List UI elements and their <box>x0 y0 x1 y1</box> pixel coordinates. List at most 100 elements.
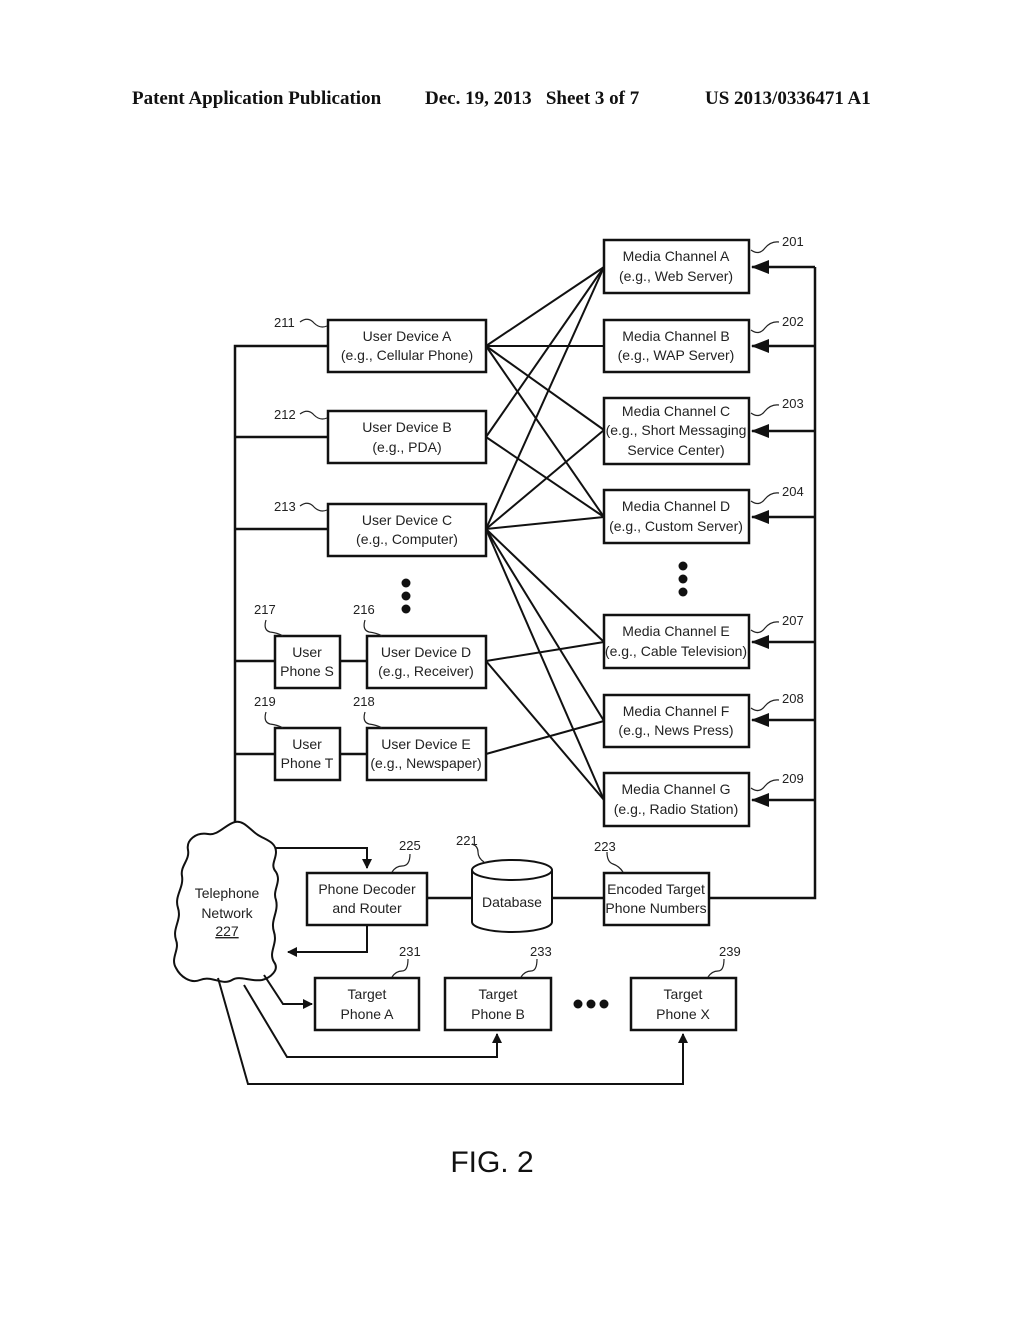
encoded-title-2: Phone Numbers <box>605 900 706 916</box>
ref-204: 204 <box>782 484 804 499</box>
ref-201: 201 <box>782 234 804 249</box>
target-b-title-1: Target <box>479 986 518 1002</box>
ref-218: 218 <box>353 694 375 709</box>
ref-leader <box>363 619 383 637</box>
user-device-b-title: User Device B <box>362 419 451 435</box>
media-channel-a-example: (e.g., Web Server) <box>619 268 733 284</box>
target-phone-a[interactable]: Target Phone A 231 <box>313 944 421 1032</box>
media-channel-g-example: (e.g., Radio Station) <box>614 801 739 817</box>
user-phone-t[interactable]: User Phone T 219 <box>254 694 342 782</box>
target-phone-b[interactable]: Target Phone B 233 <box>443 944 553 1032</box>
device-channel-links <box>485 266 605 801</box>
ref-leader <box>606 851 624 873</box>
user-device-e-title: User Device E <box>381 736 470 752</box>
network-title-2: Network <box>201 905 253 921</box>
network-title-1: Telephone <box>195 885 260 901</box>
ref-leader <box>299 502 328 512</box>
media-channel-a-title: Media Channel A <box>623 248 730 264</box>
ref-211: 211 <box>274 315 295 330</box>
link-device-4-channel-5 <box>485 720 605 755</box>
media-channel-b[interactable]: Media Channel B (e.g., WAP Server) 202 <box>602 314 804 374</box>
ref-208: 208 <box>782 691 804 706</box>
user-device-b[interactable]: User Device B (e.g., PDA) 212 <box>274 407 488 465</box>
encoded-title-1: Encoded Target <box>607 881 705 897</box>
target-a-title-1: Target <box>348 986 387 1002</box>
user-device-c[interactable]: User Device C (e.g., Computer) 213 <box>274 499 488 558</box>
ref-leader <box>264 619 284 637</box>
ref-207: 207 <box>782 613 804 628</box>
vertical-ellipsis-devices <box>401 578 411 614</box>
target-phone-x[interactable]: Target Phone X 239 <box>629 944 741 1032</box>
user-device-e-example: (e.g., Newspaper) <box>370 755 481 771</box>
ref-217: 217 <box>254 602 276 617</box>
media-channel-d-example: (e.g., Custom Server) <box>609 518 743 534</box>
target-x-title-2: Phone X <box>656 1006 710 1022</box>
link-device-2-channel-6 <box>485 528 605 801</box>
ref-223: 223 <box>594 839 616 854</box>
link-device-3-channel-6 <box>485 660 605 801</box>
media-channel-e[interactable]: Media Channel E (e.g., Cable Television)… <box>602 613 804 670</box>
ref-leader <box>750 404 780 417</box>
media-channel-g[interactable]: Media Channel G (e.g., Radio Station) 20… <box>602 771 804 828</box>
target-b-title-2: Phone B <box>471 1006 525 1022</box>
link-device-1-channel-0 <box>485 266 605 438</box>
user-device-d-title: User Device D <box>381 644 471 660</box>
link-device-2-channel-3 <box>485 516 605 530</box>
ref-leader <box>750 621 780 634</box>
media-channel-b-example: (e.g., WAP Server) <box>618 347 735 363</box>
ref-leader <box>299 410 328 420</box>
ref-202: 202 <box>782 314 804 329</box>
ref-leader <box>299 318 328 328</box>
cloud-shape <box>173 820 279 983</box>
ref-212: 212 <box>274 407 296 422</box>
user-phone-s-name: Phone S <box>280 663 334 679</box>
link-device-3-channel-4 <box>485 641 605 662</box>
user-device-a[interactable]: User Device A (e.g., Cellular Phone) 211 <box>274 315 488 374</box>
user-phone-s[interactable]: User Phone S 217 <box>254 602 342 690</box>
ref-203: 203 <box>782 396 804 411</box>
user-device-c-example: (e.g., Computer) <box>356 531 458 547</box>
ref-leader <box>520 958 538 978</box>
database-label: Database <box>482 894 542 910</box>
media-channel-f-example: (e.g., News Press) <box>618 722 733 738</box>
decoder-title-2: and Router <box>332 900 402 916</box>
encoded-target-phone-numbers[interactable]: Encoded Target Phone Numbers 223 <box>594 839 711 927</box>
ref-leader <box>750 241 780 254</box>
link-device-0-channel-2 <box>485 345 605 431</box>
media-channel-d[interactable]: Media Channel D (e.g., Custom Server) 20… <box>602 484 804 545</box>
ref-219: 219 <box>254 694 276 709</box>
figure-diagram: Media Channel A (e.g., Web Server) 201 M… <box>173 234 817 1179</box>
media-channel-b-title: Media Channel B <box>622 328 729 344</box>
ref-225: 225 <box>399 838 421 853</box>
media-channel-a[interactable]: Media Channel A (e.g., Web Server) 201 <box>602 234 804 295</box>
ref-leader <box>391 853 411 873</box>
target-a-title-2: Phone A <box>341 1006 395 1022</box>
media-channel-e-example: (e.g., Cable Television) <box>605 643 747 659</box>
user-phone-t-title: User <box>292 736 322 752</box>
user-device-a-example: (e.g., Cellular Phone) <box>341 347 473 363</box>
user-device-d-example: (e.g., Receiver) <box>378 663 474 679</box>
link-device-2-channel-2 <box>485 429 605 530</box>
media-channel-d-title: Media Channel D <box>622 498 730 514</box>
user-phone-s-title: User <box>292 644 322 660</box>
user-device-e[interactable]: User Device E (e.g., Newspaper) 218 <box>353 694 488 782</box>
ref-227: 227 <box>215 923 239 939</box>
ref-leader <box>363 711 383 729</box>
user-device-d[interactable]: User Device D (e.g., Receiver) 216 <box>353 602 488 690</box>
media-channel-f-title: Media Channel F <box>623 703 730 719</box>
database[interactable]: Database 221 <box>456 833 553 933</box>
media-channel-c-title: Media Channel C <box>622 403 730 419</box>
media-channel-c-example-cont: Service Center) <box>627 442 724 458</box>
ref-221: 221 <box>456 833 478 848</box>
ref-209: 209 <box>782 771 804 786</box>
telephone-network[interactable]: Telephone Network 227 <box>173 820 279 983</box>
ref-leader <box>750 779 780 792</box>
horizontal-ellipsis-targets <box>573 999 609 1009</box>
ref-leader <box>750 492 780 505</box>
figure-label: FIG. 2 <box>450 1146 533 1179</box>
target-x-title-1: Target <box>664 986 703 1002</box>
decoder-to-network-arrow <box>287 926 368 957</box>
user-phone-t-name: Phone T <box>281 755 334 771</box>
ref-213: 213 <box>274 499 296 514</box>
decoder-title-1: Phone Decoder <box>318 881 416 897</box>
